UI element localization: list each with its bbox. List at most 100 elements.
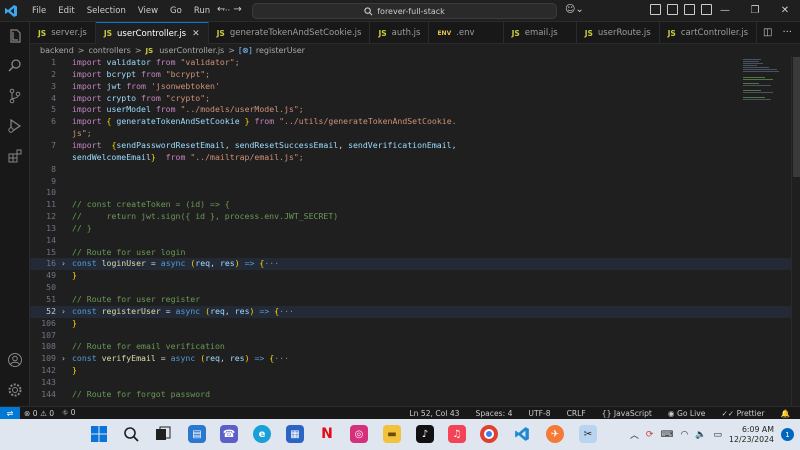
search-view-icon[interactable] [5, 56, 25, 76]
warning-icon: ⚠ [40, 408, 47, 418]
js-file-icon: JS [103, 29, 113, 38]
edge-icon[interactable]: e [253, 425, 271, 443]
vertical-scrollbar[interactable] [791, 57, 800, 406]
close-tab-icon[interactable]: ✕ [192, 29, 200, 39]
widgets-icon[interactable]: ▤ [188, 425, 206, 443]
menu-file[interactable]: File [26, 0, 52, 22]
volume-icon[interactable]: 🔈 [695, 430, 706, 440]
menu-bar: File Edit Selection View Go Run ··· [26, 0, 236, 22]
code-line: 2 import bcrypt from "bcrypt"; [30, 69, 800, 81]
file-explorer-icon[interactable]: ▬ [383, 425, 401, 443]
netflix-icon[interactable]: N [318, 425, 336, 443]
source-control-icon[interactable] [5, 86, 25, 106]
code-line: 51// Route for user register [30, 294, 800, 306]
task-view-icon[interactable] [154, 425, 172, 443]
tab-auth-js[interactable]: JS auth.js [370, 22, 430, 44]
remote-indicator-icon[interactable]: ⇌ [0, 406, 20, 420]
wifi-icon[interactable]: ◠ [680, 430, 688, 440]
breadcrumb-controllers[interactable]: controllers [89, 46, 131, 55]
code-editor[interactable]: 1 import validator from "validator"; 2 imp… [30, 57, 800, 406]
tab-email-js[interactable]: JS email.js [504, 22, 577, 44]
menu-selection[interactable]: Selection [81, 0, 132, 22]
clock[interactable]: 6:09 AM 12/23/2024 [729, 425, 774, 445]
code-line: js"; [72, 128, 92, 139]
breadcrumb-file[interactable]: userController.js [159, 46, 224, 55]
show-hidden-icons-icon[interactable]: ︿ [630, 428, 639, 441]
prettier-label: Prettier [736, 408, 765, 418]
forward-arrow-icon[interactable]: → [233, 4, 241, 15]
encoding[interactable]: UTF-8 [524, 409, 554, 418]
keyboard-icon[interactable]: ⌨ [660, 430, 673, 440]
fold-chevron-icon[interactable]: › [61, 258, 66, 270]
accounts-icon[interactable] [5, 350, 25, 370]
teams-icon[interactable]: ☎ [220, 425, 238, 443]
language-label: JavaScript [613, 408, 652, 418]
tab-generatetoken-js[interactable]: JS generateTokenAndSetCookie.js [209, 22, 371, 44]
minimize-button[interactable]: — [710, 0, 740, 22]
menu-go[interactable]: Go [164, 0, 188, 22]
vscode-icon[interactable] [513, 425, 531, 443]
go-live-button[interactable]: ◉ Go Live [664, 409, 710, 418]
code-line: 14 [30, 235, 800, 247]
apple-music-icon[interactable]: ♫ [448, 425, 466, 443]
back-arrow-icon[interactable]: ← [217, 4, 225, 15]
menu-edit[interactable]: Edit [52, 0, 80, 22]
toggle-panel-icon[interactable] [684, 4, 695, 15]
line-number: 49 [46, 270, 56, 281]
split-editor-icon[interactable]: ◫ [763, 27, 772, 38]
copilot-icon[interactable]: ☺⌄ [565, 4, 584, 15]
notification-count-badge[interactable]: 1 [781, 428, 794, 441]
scrollbar-thumb[interactable] [793, 57, 800, 177]
customize-layout-icon[interactable] [650, 4, 661, 15]
tab-server-js[interactable]: JS server.js [30, 22, 96, 44]
line-number: 15 [46, 246, 56, 257]
cursor-position[interactable]: Ln 52, Col 43 [405, 409, 463, 418]
explorer-icon[interactable] [5, 26, 25, 46]
close-window-button[interactable]: ✕ [770, 0, 800, 22]
command-center-search[interactable]: forever-full-stack [252, 3, 557, 19]
tiktok-icon[interactable]: ♪ [416, 425, 434, 443]
extensions-icon[interactable] [5, 146, 25, 166]
menu-run[interactable]: Run [188, 0, 216, 22]
menu-view[interactable]: View [132, 0, 164, 22]
line-number: 8 [51, 163, 56, 174]
toggle-primary-sidebar-icon[interactable] [667, 4, 678, 15]
chrome-icon[interactable] [480, 425, 498, 443]
indentation[interactable]: Spaces: 4 [472, 409, 517, 418]
postman-icon[interactable]: ✈ [546, 425, 564, 443]
battery-icon[interactable]: ▭ [714, 430, 723, 440]
line-number: 3 [51, 80, 56, 91]
fold-chevron-icon[interactable]: › [61, 306, 66, 318]
store-icon[interactable]: ▦ [286, 425, 304, 443]
tab-env[interactable]: ENV .env [429, 22, 504, 44]
more-actions-icon[interactable]: ··· [782, 27, 792, 38]
problems-indicator[interactable]: ⊗ 0 ⚠ 0 [20, 409, 58, 418]
line-number: 107 [41, 329, 56, 340]
code-line: 10 [30, 187, 800, 199]
run-debug-icon[interactable] [5, 116, 25, 136]
tab-label: auth.js [391, 28, 421, 38]
language-mode[interactable]: {} JavaScript [598, 409, 656, 418]
start-icon[interactable] [90, 425, 108, 443]
line-number: 7 [51, 139, 56, 150]
instagram-icon[interactable]: ◎ [350, 425, 368, 443]
breadcrumb-backend[interactable]: backend [40, 46, 74, 55]
line-ending[interactable]: CRLF [563, 409, 590, 418]
code-line: 12// return jwt.sign({ id }, process.env… [30, 211, 800, 223]
code-line: 15// Route for user login [30, 247, 800, 259]
fold-chevron-icon[interactable]: › [61, 353, 66, 365]
tab-usercontroller-js[interactable]: JS userController.js ✕ [95, 22, 209, 44]
line-number: 13 [46, 222, 56, 233]
manage-gear-icon[interactable] [5, 380, 25, 400]
snipping-tool-icon[interactable]: ✂ [579, 425, 597, 443]
notifications-bell-icon[interactable]: 🔔 [777, 409, 794, 418]
breadcrumb-symbol[interactable]: registerUser [256, 46, 305, 55]
tab-cartcontroller-js[interactable]: JS cartController.js [660, 22, 758, 44]
minimap[interactable] [741, 57, 791, 406]
tab-userroute-js[interactable]: JS userRoute.js [577, 22, 660, 44]
prettier-button[interactable]: ✓✓ Prettier [717, 409, 768, 418]
restore-button[interactable]: ❐ [740, 0, 770, 22]
ports-indicator[interactable]: ⛗ 0 [58, 408, 79, 418]
tray-app-icon[interactable]: ⟳ [646, 430, 654, 440]
search-icon[interactable] [122, 425, 140, 443]
